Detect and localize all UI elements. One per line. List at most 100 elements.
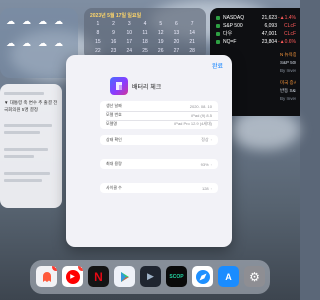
row-label: 모델 번호 [106, 112, 122, 117]
calendar-day: 15 [95, 39, 101, 45]
row-value: 2020. 08. 10 [189, 103, 212, 109]
calendar-day: 24 [126, 48, 133, 54]
cloud-icon: ☁ [22, 38, 31, 48]
calendar-day: 9 [112, 30, 115, 36]
battery-check-sheet: 완료 배터리 체크 생산 날짜 2020. 08. 10 모델 번호 iPad … [66, 55, 232, 247]
calendar-title: 2023년 5월 17일 일요일 [90, 13, 142, 19]
calendar-widget[interactable]: 2023년 5월 17일 일요일 1 2 3 4 5 6 7 8 9 10 11 12 13 14 15 16… [84, 8, 206, 60]
ghost-icon [42, 271, 51, 282]
stock-change: -▲1.4% [277, 14, 296, 21]
app-icon-player[interactable]: ▶ [140, 266, 161, 287]
row-label: 사이클 수 [106, 185, 122, 190]
news-widget[interactable]: ▼ 대통령 축 변수 추 출결 전 국회의원 5명 결정 [0, 84, 62, 208]
row-label: 모델명 [106, 121, 118, 126]
calendar-day: 1 [96, 21, 100, 27]
text-placeholder [4, 179, 42, 182]
news-line: ▼ 대통령 축 변수 추 출결 전 [4, 100, 58, 105]
notification-badge: 1 [52, 266, 57, 271]
netflix-logo: N [94, 269, 103, 284]
shortcut-icon [116, 82, 122, 90]
stock-name: NQ=F [223, 38, 237, 45]
calendar-day: 17 [126, 39, 133, 45]
play-icon: ▶ [147, 271, 154, 281]
cloud-icon: ☁ [38, 38, 47, 48]
cloud-icon: ☁ [22, 16, 31, 26]
stock-name: S&P 500 [223, 22, 243, 29]
stock-name: NASDAQ [223, 14, 245, 21]
cloud-icon: ☁ [6, 38, 15, 48]
app-icon-youtube-music[interactable]: ▶ 1 [62, 266, 83, 287]
calendar-day: 8 [96, 30, 100, 36]
stock-change: CLcF [284, 22, 296, 29]
news-headline: 미국 증시, S&P 500 주가 방향 [280, 80, 296, 85]
app-name: 배터리 체크 [132, 85, 162, 91]
row-label: 상태 확인 [106, 137, 122, 142]
chevron-right-icon: › [210, 185, 212, 191]
info-card: 생산 날짜 2020. 08. 10 모델 번호 iPad (9) 8.5 모델… [100, 101, 218, 129]
stock-price: 21,623 [261, 14, 277, 21]
calendar-day: 6 [175, 21, 178, 27]
calendar-day: 25 [142, 48, 148, 54]
info-row-cycle-count: 사이클 수 128 › [106, 184, 212, 192]
text-placeholder [4, 124, 52, 127]
row-value: 93% [200, 161, 209, 167]
row-value: iPad Pro 12.9 (4세대) [174, 121, 212, 126]
calendar-day: 4 [143, 21, 147, 27]
stock-price: 23,804 [261, 38, 277, 45]
calendar-day: 3 [127, 21, 131, 27]
row-value: 128 [201, 185, 209, 191]
battery-check-app-icon [110, 77, 128, 95]
stock-name: 다우 [223, 31, 233, 37]
stock-row: S&P 500 6,093 CLcF [216, 22, 296, 29]
news-source: By Investing.com [280, 96, 296, 101]
calendar-day: 19 [157, 39, 164, 45]
calendar-day: 27 [173, 48, 180, 54]
stock-price: 47,001 [261, 30, 277, 37]
compass-icon [195, 269, 210, 284]
status-card[interactable]: 상태 확인 정상 › [100, 135, 218, 145]
app-icon-settings[interactable]: ⚙ [244, 266, 265, 287]
app-icon-ghost[interactable]: 1 [36, 266, 57, 287]
news-line: 국회의원 5명 결정 [4, 107, 38, 112]
row-label: 생산 날짜 [106, 103, 122, 108]
capacity-card[interactable]: 최대 용량 93% › [100, 159, 218, 169]
stock-dot-icon [216, 39, 220, 44]
info-row-model-number: 모델 번호 iPad (9) 8.5 [106, 111, 212, 119]
app-icon-safari[interactable] [192, 266, 213, 287]
calendar-day: 14 [189, 30, 195, 36]
play-circle-icon: ▶ [65, 269, 80, 284]
text-placeholder [4, 172, 50, 175]
app-icon-netflix[interactable]: N [88, 266, 109, 287]
calendar-day: 11 [142, 30, 148, 36]
calendar-day: 26 [157, 48, 164, 54]
cloud [230, 110, 300, 150]
scop-label: SCOP [169, 273, 184, 280]
app-icon-google-play[interactable] [114, 266, 135, 287]
news-headline: S&P 500 역대 최고치 [280, 60, 296, 65]
news-source: By Investing.com [280, 68, 296, 73]
done-button[interactable]: 완료 [212, 61, 223, 70]
stock-row: 다우 47,001 CLcF [216, 30, 296, 37]
app-icon-app-store[interactable]: A [218, 266, 239, 287]
cloud-icon: ☁ [6, 16, 15, 26]
text-placeholder [4, 155, 34, 158]
calendar-day: 12 [157, 30, 164, 36]
calendar-day: 20 [173, 39, 180, 45]
chevron-right-icon: › [210, 161, 212, 167]
cycle-card[interactable]: 사이클 수 128 › [100, 183, 218, 193]
info-row-status: 상태 확인 정상 › [106, 136, 212, 144]
info-row-manufacture-date: 생산 날짜 2020. 08. 10 [106, 102, 212, 110]
calendar-day: 16 [110, 39, 117, 45]
row-value: 정상 [201, 137, 209, 142]
calendar-day: 13 [173, 30, 180, 36]
text-placeholder [4, 92, 44, 95]
text-placeholder [4, 131, 40, 134]
calendar-day: 23 [110, 48, 117, 54]
calendar-day: 2 [112, 21, 115, 27]
app-icon-scop[interactable]: SCOP [166, 266, 187, 287]
stock-change: CLcF [284, 30, 296, 37]
cloud-icon: ☁ [38, 16, 47, 26]
gear-icon: ⚙ [249, 269, 260, 284]
calendar-day: 21 [189, 39, 195, 45]
chevron-right-icon: › [210, 137, 212, 142]
